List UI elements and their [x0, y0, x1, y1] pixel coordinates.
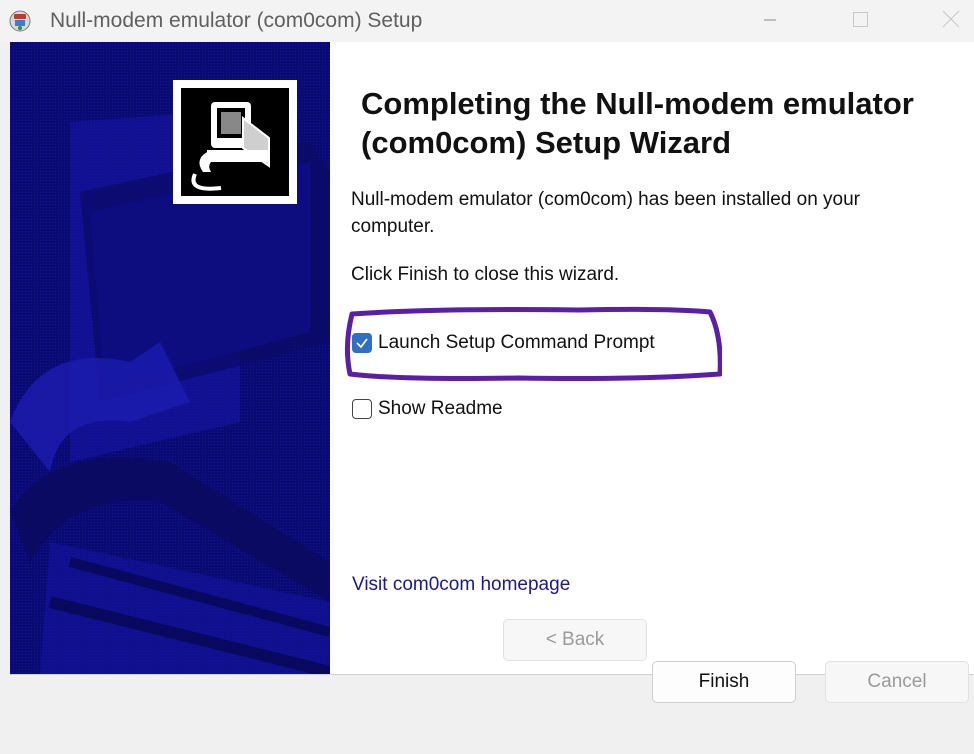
window-title: Null-modem emulator (com0com) Setup: [50, 9, 423, 32]
homepage-link[interactable]: Visit com0com homepage: [352, 574, 570, 596]
installed-message: Null-modem emulator (com0com) has been i…: [351, 189, 861, 237]
computer-install-icon: [181, 88, 289, 196]
minimize-button[interactable]: [754, 6, 786, 34]
close-button[interactable]: [934, 6, 966, 34]
title-bar: Null-modem emulator (com0com) Setup: [0, 0, 974, 42]
maximize-button[interactable]: [844, 6, 876, 34]
installer-logo-frame: [173, 80, 297, 204]
show-readme-checkbox[interactable]: [352, 399, 372, 419]
launch-command-prompt-label[interactable]: Launch Setup Command Prompt: [378, 332, 655, 354]
launch-command-prompt-option[interactable]: Launch Setup Command Prompt: [352, 332, 655, 354]
back-button[interactable]: < Back: [503, 619, 647, 661]
cancel-button[interactable]: Cancel: [825, 661, 969, 703]
finish-button[interactable]: Finish: [652, 661, 796, 703]
show-readme-label[interactable]: Show Readme: [378, 398, 503, 420]
launch-command-prompt-checkbox[interactable]: [352, 333, 372, 353]
finish-instruction: Click Finish to close this wizard.: [351, 264, 620, 285]
show-readme-option[interactable]: Show Readme: [352, 398, 503, 420]
wizard-side-banner: [10, 42, 330, 674]
checkmark-icon: [356, 338, 368, 349]
installer-app-icon: [8, 9, 32, 33]
wizard-heading: Completing the Null-modem emulator (com0…: [361, 86, 914, 160]
